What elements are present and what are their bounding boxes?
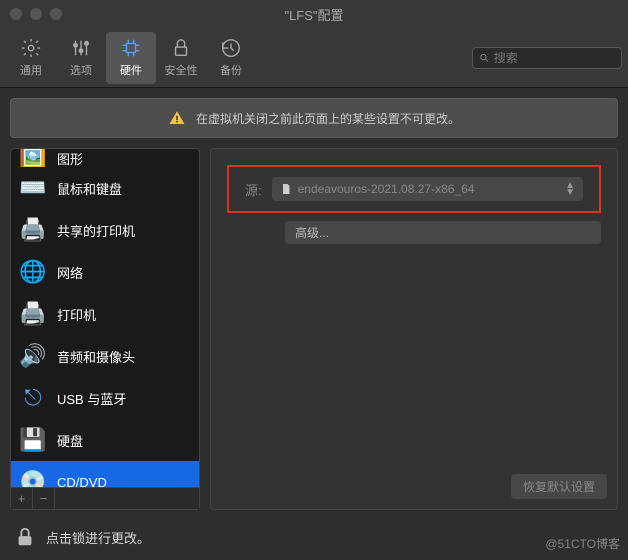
sliders-icon bbox=[70, 37, 92, 59]
sidebar-item-usb-bluetooth[interactable]: ⎋ USB 与蓝牙 bbox=[11, 377, 199, 419]
lock-row[interactable]: 点击锁进行更改。 bbox=[0, 516, 628, 558]
tab-security[interactable]: 安全性 bbox=[156, 32, 206, 84]
chip-icon bbox=[120, 37, 142, 59]
sidebar-item-label: 网络 bbox=[57, 263, 83, 282]
sidebar-item-graphics[interactable]: 🖼️ 图形 bbox=[11, 149, 199, 167]
lock-icon bbox=[170, 37, 192, 59]
sidebar-footer: + − bbox=[11, 487, 199, 509]
sidebar: 🖼️ 图形 ⌨️ 鼠标和键盘 🖨️ 共享的打印机 🌐 网络 🖨️ 打印机 🔊 bbox=[10, 148, 200, 510]
source-value: endeavouros-2021.08.27-x86_64 bbox=[298, 182, 475, 196]
sidebar-item-disk[interactable]: 💾 硬盘 bbox=[11, 419, 199, 461]
padlock-icon bbox=[14, 526, 36, 548]
sidebar-item-label: 音频和摄像头 bbox=[57, 347, 135, 366]
tab-label: 通用 bbox=[20, 62, 42, 78]
source-select[interactable]: endeavouros-2021.08.27-x86_64 ▲▼ bbox=[272, 177, 583, 201]
sidebar-item-label: 打印机 bbox=[57, 305, 96, 324]
source-label: 源: bbox=[245, 180, 262, 199]
advanced-button[interactable]: 高级... bbox=[285, 221, 601, 244]
titlebar: "LFS"配置 bbox=[0, 0, 628, 28]
keyboard-icon: ⌨️ bbox=[19, 174, 47, 202]
warning-icon bbox=[168, 109, 186, 127]
chevron-updown-icon: ▲▼ bbox=[565, 182, 575, 196]
content-panel: 源: endeavouros-2021.08.27-x86_64 ▲▼ 高级..… bbox=[210, 148, 618, 510]
sidebar-item-label: USB 与蓝牙 bbox=[57, 389, 126, 408]
search-icon bbox=[479, 52, 490, 64]
add-button[interactable]: + bbox=[11, 488, 33, 509]
speaker-icon: 🔊 bbox=[19, 342, 47, 370]
display-icon: 🖼️ bbox=[19, 149, 47, 167]
tab-backup[interactable]: 备份 bbox=[206, 32, 256, 84]
main-area: 🖼️ 图形 ⌨️ 鼠标和键盘 🖨️ 共享的打印机 🌐 网络 🖨️ 打印机 🔊 bbox=[0, 148, 628, 516]
sidebar-item-label: 鼠标和键盘 bbox=[57, 179, 122, 198]
sidebar-item-label: 共享的打印机 bbox=[57, 221, 135, 240]
sidebar-item-label: CD/DVD bbox=[57, 475, 107, 488]
tab-label: 备份 bbox=[220, 62, 242, 78]
disc-icon: 💿 bbox=[19, 468, 47, 487]
globe-icon: 🌐 bbox=[19, 258, 47, 286]
sidebar-item-audio-camera[interactable]: 🔊 音频和摄像头 bbox=[11, 335, 199, 377]
sidebar-item-network[interactable]: 🌐 网络 bbox=[11, 251, 199, 293]
usb-icon: ⎋ bbox=[19, 384, 47, 412]
search-input[interactable] bbox=[494, 51, 615, 65]
hdd-icon: 💾 bbox=[19, 426, 47, 454]
watermark: @51CTO博客 bbox=[545, 535, 620, 552]
history-icon bbox=[220, 37, 242, 59]
sidebar-item-mouse-keyboard[interactable]: ⌨️ 鼠标和键盘 bbox=[11, 167, 199, 209]
printer-icon: 🖨️ bbox=[19, 300, 47, 328]
sidebar-item-label: 硬盘 bbox=[57, 431, 83, 450]
remove-button[interactable]: − bbox=[33, 488, 55, 509]
restore-defaults-button[interactable]: 恢复默认设置 bbox=[511, 474, 607, 499]
sidebar-item-label: 图形 bbox=[57, 149, 83, 167]
search-field[interactable] bbox=[472, 47, 622, 69]
file-icon bbox=[280, 183, 292, 195]
notice-text: 在虚拟机关闭之前此页面上的某些设置不可更改。 bbox=[196, 110, 460, 127]
gear-icon bbox=[20, 37, 42, 59]
tab-options[interactable]: 选项 bbox=[56, 32, 106, 84]
sidebar-list[interactable]: 🖼️ 图形 ⌨️ 鼠标和键盘 🖨️ 共享的打印机 🌐 网络 🖨️ 打印机 🔊 bbox=[11, 149, 199, 487]
sidebar-item-cddvd[interactable]: 💿 CD/DVD bbox=[11, 461, 199, 487]
sidebar-item-shared-printers[interactable]: 🖨️ 共享的打印机 bbox=[11, 209, 199, 251]
tab-label: 安全性 bbox=[165, 62, 198, 78]
source-row-highlight: 源: endeavouros-2021.08.27-x86_64 ▲▼ bbox=[227, 165, 601, 213]
tab-general[interactable]: 通用 bbox=[6, 32, 56, 84]
printer-icon: 🖨️ bbox=[19, 216, 47, 244]
window-title: "LFS"配置 bbox=[0, 5, 628, 24]
lock-text: 点击锁进行更改。 bbox=[46, 528, 150, 547]
tab-label: 硬件 bbox=[120, 62, 142, 78]
tab-label: 选项 bbox=[70, 62, 92, 78]
sidebar-item-printer[interactable]: 🖨️ 打印机 bbox=[11, 293, 199, 335]
toolbar: 通用 选项 硬件 安全性 备份 bbox=[0, 28, 628, 88]
notice-banner: 在虚拟机关闭之前此页面上的某些设置不可更改。 bbox=[10, 98, 618, 138]
tab-hardware[interactable]: 硬件 bbox=[106, 32, 156, 84]
